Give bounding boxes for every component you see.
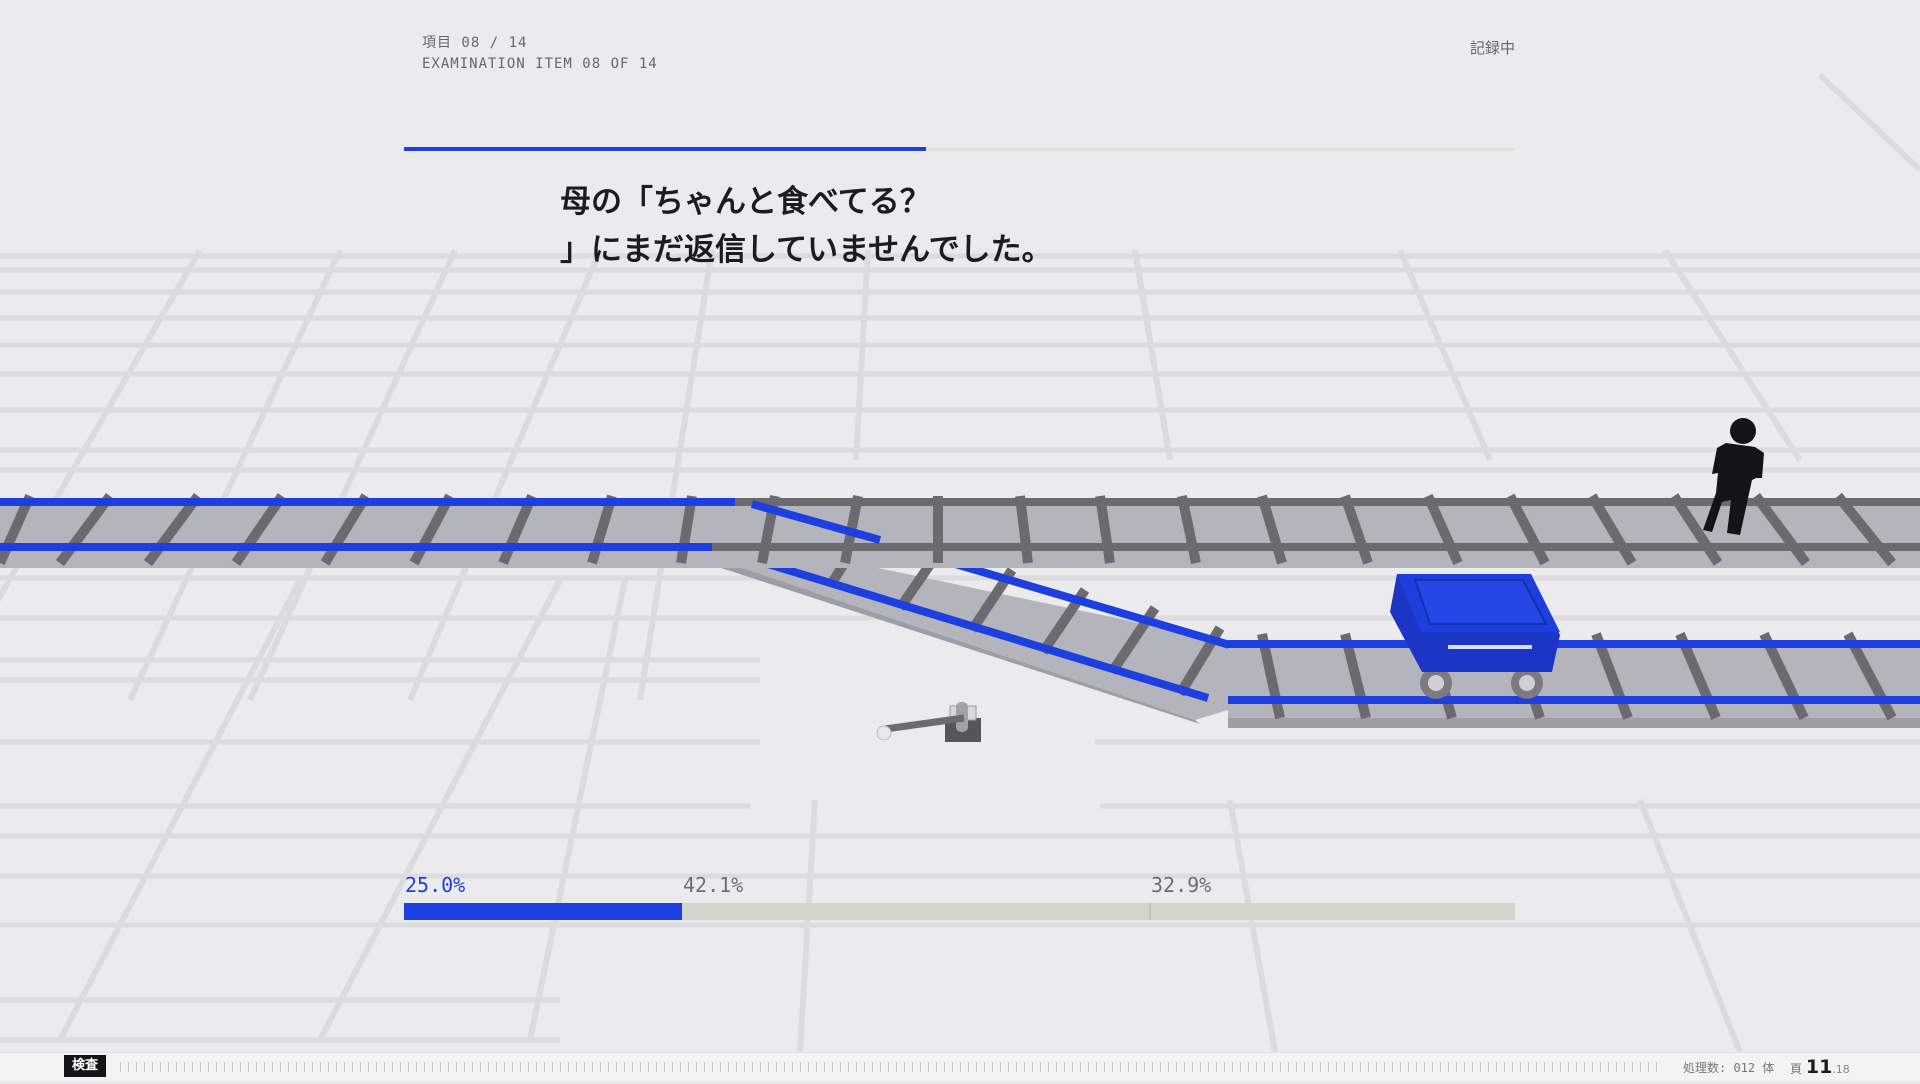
split-label-1: 25.0% xyxy=(405,873,466,897)
prompt-line-1: 母の「ちゃんと食べてる？ xyxy=(560,184,931,220)
recording-status: 記録中 xyxy=(1470,39,1516,57)
item-progress-bar xyxy=(404,147,1515,151)
item-progress-fill xyxy=(404,147,927,151)
footer-bar: 検査 処理数: 012 体 頁 11.18 xyxy=(0,1052,1920,1081)
switch-lever[interactable] xyxy=(876,702,981,742)
page-main: 11 xyxy=(1805,1056,1833,1078)
item-counter-en: EXAMINATION ITEM 08 OF 14 xyxy=(422,56,658,72)
page-indicator: 頁 11.18 xyxy=(1790,1053,1850,1084)
item-counter: 項目 08 / 14 EXAMINATION ITEM 08 OF 14 xyxy=(422,33,658,75)
scenario-prompt: 母の「ちゃんと食べてる？ 」にまだ返信していませんでした。 xyxy=(560,178,1180,274)
split-segment-3 xyxy=(1149,903,1515,920)
page-sub: .18 xyxy=(1832,1063,1850,1076)
response-split-bar xyxy=(404,903,1515,920)
processed-count: 処理数: 012 体 xyxy=(1683,1061,1775,1075)
item-counter-jp: 項目 08 / 14 xyxy=(422,35,528,51)
footer-ruler xyxy=(120,1062,1660,1072)
split-segment-1 xyxy=(404,903,682,920)
page-label: 頁 xyxy=(1790,1062,1803,1076)
split-segment-2 xyxy=(681,903,1150,920)
split-label-3: 32.9% xyxy=(1151,873,1212,897)
main-track xyxy=(0,492,1920,568)
split-label-2: 42.1% xyxy=(683,873,744,897)
prompt-line-2: 」にまだ返信していませんでした。 xyxy=(560,232,1053,268)
side-track xyxy=(1228,631,1920,728)
inspection-tag: 検査 xyxy=(64,1055,107,1077)
